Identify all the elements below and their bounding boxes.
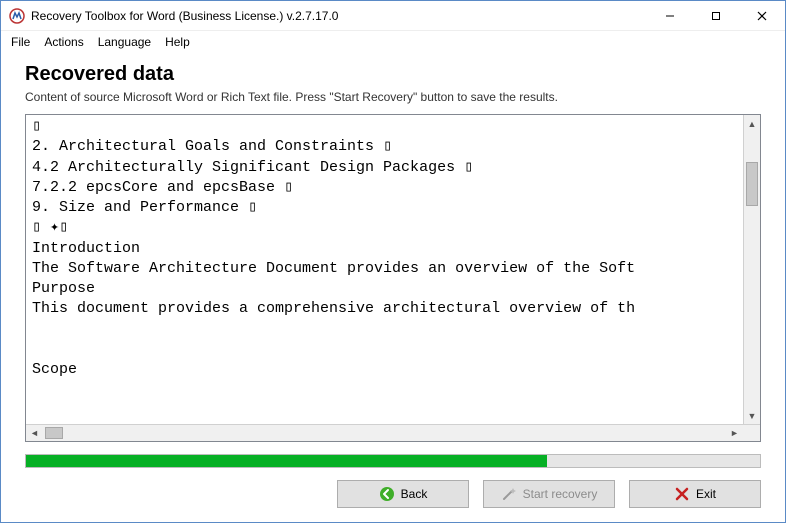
scroll-left-arrow-icon[interactable]: ◄ [26, 425, 43, 441]
button-bar: Back Start recovery Exit [1, 468, 785, 522]
page-subtext: Content of source Microsoft Word or Rich… [25, 90, 761, 104]
menubar: File Actions Language Help [1, 31, 785, 55]
menu-language[interactable]: Language [98, 35, 151, 49]
scroll-up-arrow-icon[interactable]: ▲ [744, 115, 760, 132]
back-arrow-icon [379, 486, 395, 502]
horizontal-scrollbar[interactable]: ◄ ► [26, 424, 760, 441]
scroll-down-arrow-icon[interactable]: ▼ [744, 407, 760, 424]
vertical-scroll-track[interactable] [744, 132, 760, 407]
page-heading: Recovered data [25, 63, 761, 86]
content-area: Recovered data Content of source Microso… [1, 55, 785, 450]
horizontal-scroll-thumb[interactable] [45, 427, 63, 439]
close-x-icon [674, 486, 690, 502]
menu-help[interactable]: Help [165, 35, 190, 49]
maximize-button[interactable] [693, 1, 739, 30]
start-recovery-button-label: Start recovery [523, 487, 598, 501]
app-icon [9, 8, 25, 24]
back-button-label: Back [401, 487, 428, 501]
exit-button[interactable]: Exit [629, 480, 761, 508]
start-recovery-button: Start recovery [483, 480, 615, 508]
horizontal-scroll-track[interactable] [43, 425, 726, 441]
back-button[interactable]: Back [337, 480, 469, 508]
progress-fill [26, 455, 547, 467]
close-button[interactable] [739, 1, 785, 30]
vertical-scrollbar[interactable]: ▲ ▼ [743, 115, 760, 424]
titlebar: Recovery Toolbox for Word (Business Lice… [1, 1, 785, 31]
minimize-button[interactable] [647, 1, 693, 30]
scroll-corner [743, 425, 760, 441]
exit-button-label: Exit [696, 487, 716, 501]
window-controls [647, 1, 785, 30]
recovered-document-text: ▯ 2. Architectural Goals and Constraints… [32, 117, 742, 380]
recovered-text-panel: ▯ 2. Architectural Goals and Constraints… [25, 114, 761, 442]
wand-icon [501, 486, 517, 502]
window-title: Recovery Toolbox for Word (Business Lice… [31, 9, 647, 23]
menu-actions[interactable]: Actions [44, 35, 83, 49]
recovered-text-viewport[interactable]: ▯ 2. Architectural Goals and Constraints… [26, 115, 760, 424]
progress-bar [25, 454, 761, 468]
menu-file[interactable]: File [11, 35, 30, 49]
scroll-right-arrow-icon[interactable]: ► [726, 425, 743, 441]
app-window: Recovery Toolbox for Word (Business Lice… [0, 0, 786, 523]
vertical-scroll-thumb[interactable] [746, 162, 758, 206]
